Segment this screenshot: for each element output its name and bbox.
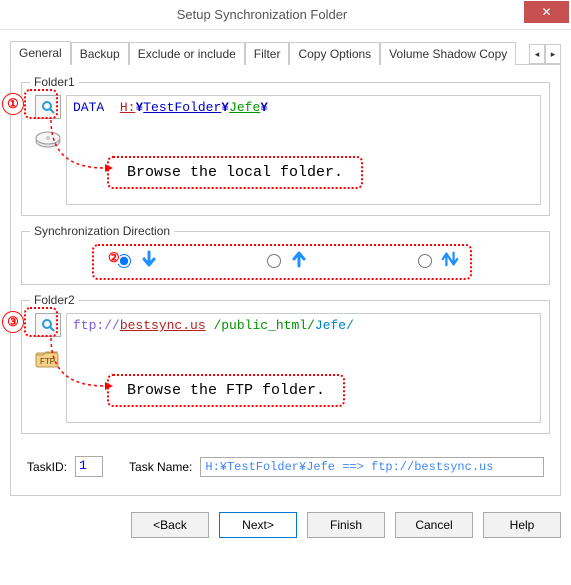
folder2-path-box[interactable]: ftp://bestsync.us /public_html/Jefe/ Bro… — [66, 313, 541, 423]
annotation-3-label: Browse the FTP folder. — [107, 374, 345, 407]
tab-volume-shadow[interactable]: Volume Shadow Copy — [380, 42, 516, 65]
dialog-content: General Backup Exclude or include Filter… — [0, 30, 571, 504]
taskid-input[interactable] — [75, 456, 103, 477]
annotation-2-number: ② — [108, 250, 120, 266]
title-bar: Setup Synchronization Folder ✕ — [0, 0, 571, 30]
taskname-input[interactable] — [200, 457, 544, 477]
next-button[interactable]: Next> — [219, 512, 297, 538]
folder2-path2: Jefe/ — [315, 318, 354, 333]
folder2-scheme: ftp:// — [73, 318, 120, 333]
folder1-path-box[interactable]: DATA H:¥TestFolder¥Jefe¥ Browse the loca… — [66, 95, 541, 205]
cancel-button[interactable]: Cancel — [395, 512, 473, 538]
sync-direction-group: Synchronization Direction ② — [21, 224, 550, 285]
arrow-down-icon — [140, 250, 158, 268]
magnifier-icon — [40, 99, 56, 115]
folder2-host: bestsync.us — [120, 318, 206, 333]
folder1-legend: Folder1 — [30, 75, 79, 89]
tab-backup[interactable]: Backup — [71, 42, 129, 65]
dialog-button-row: <Back Next> Finish Cancel Help — [0, 504, 571, 548]
close-button[interactable]: ✕ — [524, 1, 569, 23]
tab-scroll-left[interactable]: ◂ — [529, 44, 545, 64]
tab-panel-general: Folder1 ① — [10, 65, 561, 496]
arrow-up-icon — [290, 250, 308, 268]
sync-option-both[interactable] — [413, 250, 459, 268]
help-button[interactable]: Help — [483, 512, 561, 538]
folder1-path-drive: H: — [120, 100, 136, 115]
tab-copy-options[interactable]: Copy Options — [289, 42, 380, 65]
tab-filter[interactable]: Filter — [245, 42, 290, 65]
window-title: Setup Synchronization Folder — [0, 7, 524, 22]
ftp-folder-icon: FTP — [33, 345, 63, 371]
svg-text:FTP: FTP — [40, 357, 55, 366]
annotation-1-label: Browse the local folder. — [107, 156, 363, 189]
sync-radio-up[interactable] — [267, 254, 281, 268]
folder2-browse-button[interactable] — [35, 313, 61, 337]
folder1-group: Folder1 ① — [21, 75, 550, 216]
folder2-group: Folder2 ③ FTP — [21, 293, 550, 434]
folder1-path-data: DATA — [73, 100, 104, 115]
folder2-path1: /public_html — [213, 318, 307, 333]
tab-scroll: ◂ ▸ — [529, 44, 561, 64]
local-drive-icon — [33, 127, 63, 153]
finish-button[interactable]: Finish — [307, 512, 385, 538]
sync-radio-both[interactable] — [418, 254, 432, 268]
magnifier-icon — [40, 317, 56, 333]
folder1-path-seg2: Jefe — [229, 100, 260, 115]
back-button[interactable]: <Back — [131, 512, 209, 538]
folder1-path-seg1: TestFolder — [143, 100, 221, 115]
folder2-legend: Folder2 — [30, 293, 79, 307]
tab-general[interactable]: General — [10, 41, 71, 65]
taskid-label: TaskID: — [27, 460, 67, 474]
arrow-updown-icon — [441, 250, 459, 268]
sync-direction-legend: Synchronization Direction — [30, 224, 174, 238]
close-icon: ✕ — [541, 5, 551, 19]
tab-scroll-right[interactable]: ▸ — [545, 44, 561, 64]
folder1-browse-button[interactable] — [35, 95, 61, 119]
task-info-row: TaskID: Task Name: — [21, 442, 550, 481]
tab-strip: General Backup Exclude or include Filter… — [10, 40, 561, 65]
tab-exclude[interactable]: Exclude or include — [129, 42, 245, 65]
annotation-1-number: ① — [2, 93, 24, 115]
annotation-3-number: ③ — [2, 311, 24, 333]
sync-option-up[interactable] — [262, 250, 308, 268]
taskname-label: Task Name: — [129, 460, 192, 474]
